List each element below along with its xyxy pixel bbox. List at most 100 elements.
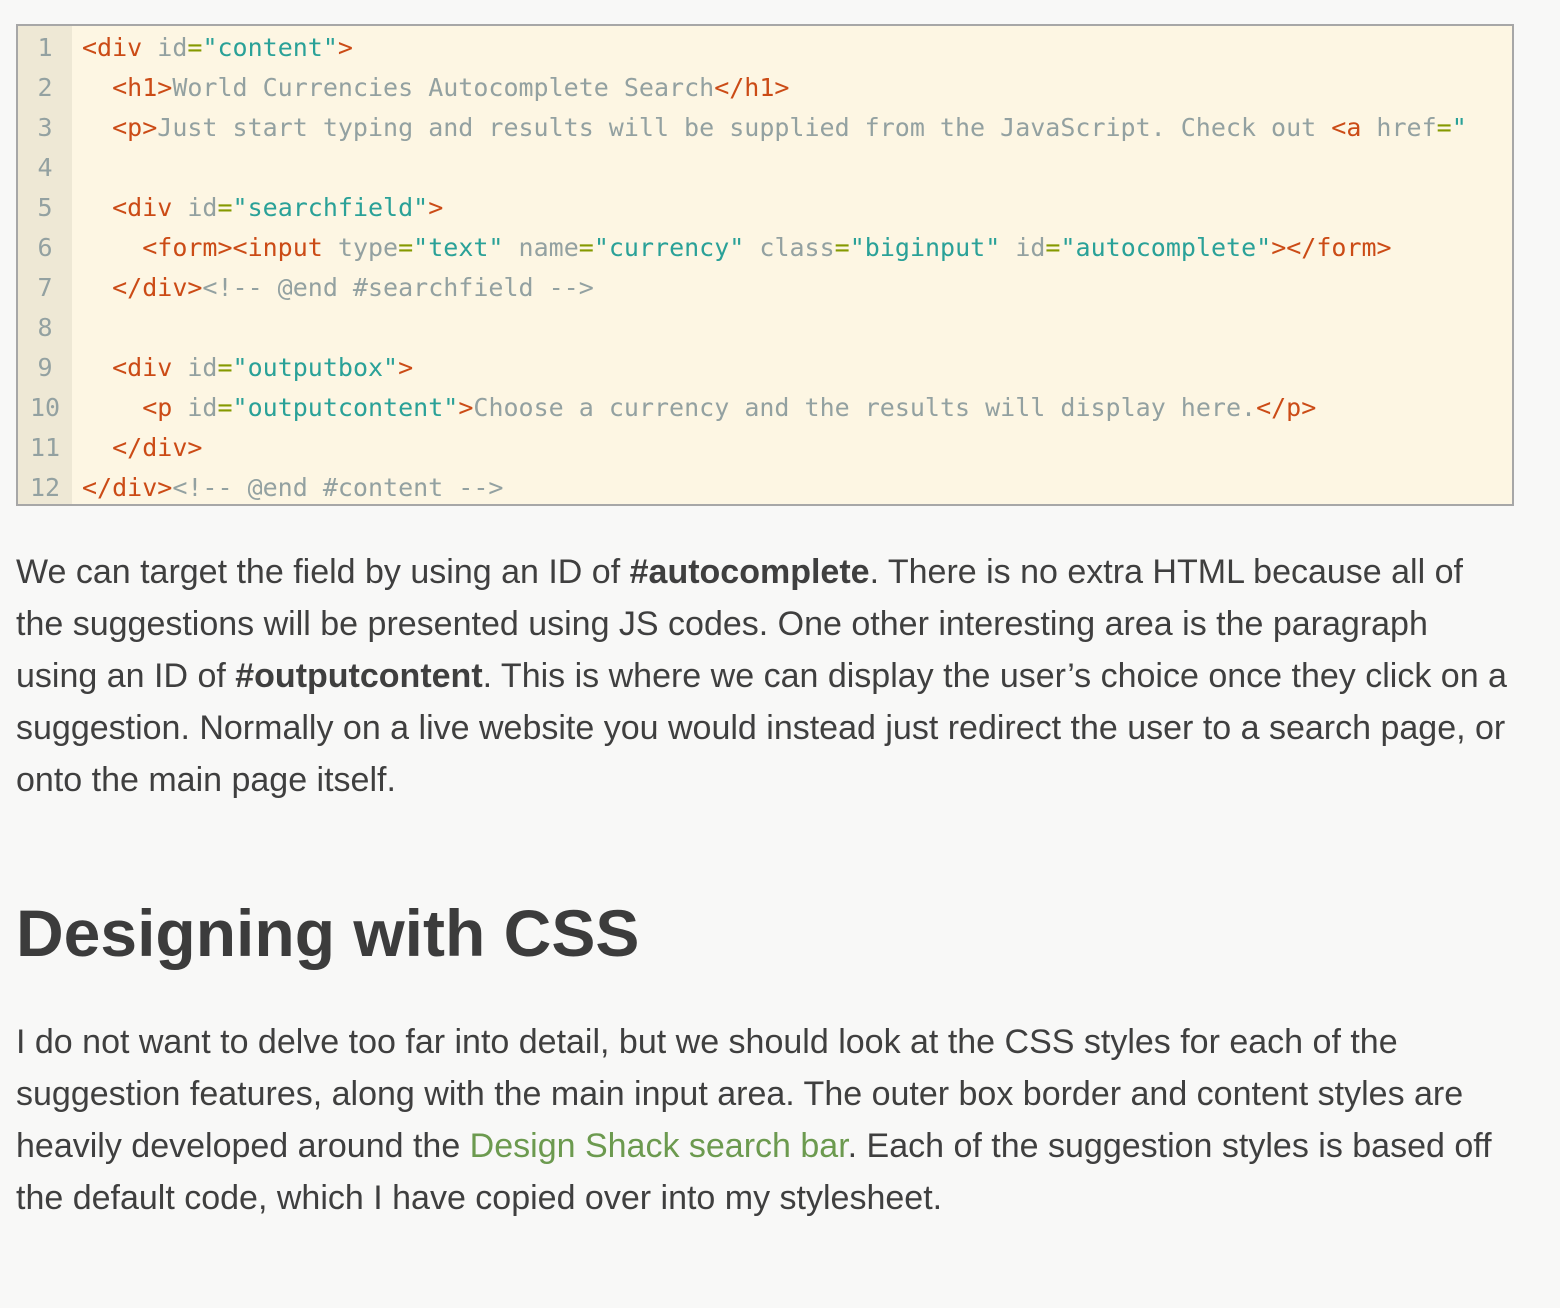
code-line: 3 <p>Just start typing and results will … — [18, 108, 1512, 148]
code-token-tag: <p> — [112, 113, 158, 142]
code-line: 1 <div id="content"> — [18, 28, 1512, 68]
code-text: </div><!-- @end #content --> — [82, 468, 504, 504]
code-token-eq: = — [217, 193, 233, 222]
code-token-cmt: <!-- @end #content --> — [172, 473, 504, 502]
code-token-tag: <a — [1331, 113, 1377, 142]
code-token-attr: id — [1015, 233, 1046, 262]
code-text: <p id="outputcontent">Choose a currency … — [82, 388, 1316, 428]
code-token-str: "biginput" — [849, 233, 1001, 262]
code-lines: 1 <div id="content"> 2 <h1>World Currencie… — [18, 28, 1512, 504]
code-token-attr: id — [157, 33, 188, 62]
code-line: 4 — [18, 148, 1512, 188]
code-token-txt: Just start typing and results will be su… — [157, 113, 1332, 142]
code-text: <div id="outputbox"> — [82, 348, 413, 388]
code-token-str: "outputcontent" — [232, 393, 459, 422]
code-token-tag: <p — [142, 393, 188, 422]
code-token-tag: </div> — [82, 473, 173, 502]
code-token-eq: = — [217, 393, 233, 422]
code-token-str: "autocomplete" — [1060, 233, 1272, 262]
design-shack-search-bar-link[interactable]: Design Shack search bar — [470, 1127, 848, 1165]
code-token-attr: id — [187, 193, 218, 222]
code-token-str: "content" — [202, 33, 338, 62]
code-line: 6 <form><input type="text" name="currenc… — [18, 228, 1512, 268]
code-line: 8 — [18, 308, 1512, 348]
code-token-str: " — [1451, 113, 1467, 142]
paragraph-css-explanation: I do not want to delve too far into deta… — [16, 1016, 1516, 1224]
code-token-tag: </div> — [112, 433, 203, 462]
code-token-tag: <h1> — [112, 73, 173, 102]
code-text: <h1>World Currencies Autocomplete Search… — [82, 68, 789, 108]
code-token-tag: <form><input — [142, 233, 338, 262]
line-number: 12 — [29, 473, 61, 502]
code-token-tag: > — [337, 33, 353, 62]
code-line: 7 </div><!-- @end #searchfield --> — [18, 268, 1512, 308]
line-number: 4 — [37, 153, 53, 182]
bold-id-autocomplete: #autocomplete — [629, 553, 870, 591]
code-line: 10 <p id="outputcontent">Choose a curren… — [18, 388, 1512, 428]
code-token-tag: > — [398, 353, 414, 382]
code-token-tag: > — [428, 193, 444, 222]
code-token-str: "searchfield" — [232, 193, 429, 222]
line-number: 8 — [37, 313, 53, 342]
code-token-tag: <div — [112, 353, 188, 382]
code-token-attr: type — [337, 233, 399, 262]
line-number: 10 — [29, 393, 61, 422]
code-token-tag: </div> — [112, 273, 203, 302]
line-number: 5 — [37, 193, 53, 222]
code-line: 9 <div id="outputbox"> — [18, 348, 1512, 388]
code-token-tag: </h1> — [714, 73, 790, 102]
code-token-cmt: <!-- @end #searchfield --> — [202, 273, 594, 302]
line-number: 7 — [37, 273, 53, 302]
code-text: </div> — [82, 428, 202, 468]
code-token-tag: <div — [82, 33, 158, 62]
code-token-attr: name — [518, 233, 579, 262]
code-text: <form><input type="text" name="currency"… — [82, 228, 1392, 268]
code-token-str: "currency" — [593, 233, 745, 262]
code-token-attr: id — [187, 393, 218, 422]
code-token-txt: World Currencies Autocomplete Search — [172, 73, 715, 102]
line-number: 11 — [29, 433, 61, 462]
code-token-eq: = — [398, 233, 414, 262]
code-token-str: "text" — [413, 233, 504, 262]
code-text: <div id="content"> — [82, 28, 353, 68]
code-text: <div id="searchfield"> — [82, 188, 443, 228]
code-text: </div><!-- @end #searchfield --> — [82, 268, 594, 308]
code-token-eq: = — [834, 233, 850, 262]
paragraph-text: We can target the field by using an ID o… — [16, 553, 630, 591]
code-token-attr: class — [759, 233, 835, 262]
code-token-eq: = — [217, 353, 233, 382]
code-token-eq: = — [578, 233, 594, 262]
line-number: 9 — [37, 353, 53, 382]
section-heading: Designing with CSS — [16, 896, 640, 970]
line-number: 3 — [37, 113, 53, 142]
code-token-eq: = — [1436, 113, 1452, 142]
line-number: 1 — [37, 33, 53, 62]
code-line: 12 </div><!-- @end #content --> — [18, 468, 1512, 504]
code-token-tag: ></form> — [1271, 233, 1392, 262]
code-line: 5 <div id="searchfield"> — [18, 188, 1512, 228]
code-line: 2 <h1>World Currencies Autocomplete Sear… — [18, 68, 1512, 108]
code-block: 1 <div id="content"> 2 <h1>World Currencie… — [16, 24, 1514, 506]
code-token-attr: id — [187, 353, 218, 382]
code-token-str: "outputbox" — [232, 353, 399, 382]
paragraph-autocomplete-explanation: We can target the field by using an ID o… — [16, 546, 1516, 806]
line-number: 6 — [37, 233, 53, 262]
code-token-tag: </p> — [1256, 393, 1317, 422]
code-token-tag: > — [458, 393, 474, 422]
bold-id-outputcontent: #outputcontent — [235, 657, 483, 695]
code-token-tag: <div — [112, 193, 188, 222]
code-token-eq: = — [187, 33, 203, 62]
code-token-eq: = — [1045, 233, 1061, 262]
code-token-txt: Choose a currency and the results will d… — [473, 393, 1257, 422]
